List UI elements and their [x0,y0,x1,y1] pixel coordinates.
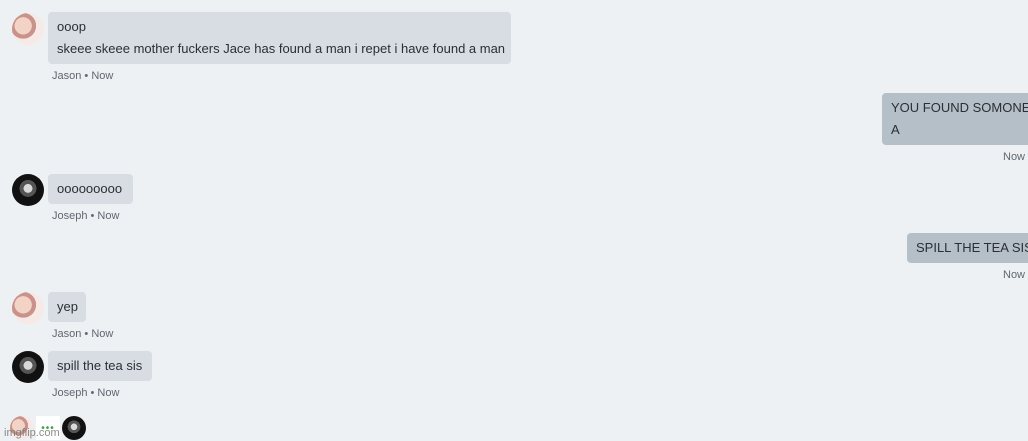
message-text: A [891,122,900,137]
avatar-joseph[interactable] [12,351,44,383]
message-meta: Jason • Now [52,328,114,340]
message-meta: Now [1003,151,1026,163]
message-bubble-outgoing[interactable]: SPILL THE TEA SIS [907,233,1028,263]
message-meta: Joseph • Now [52,210,120,222]
message-bubble[interactable]: ooooooooo [48,174,133,204]
message-text: SPILL THE TEA SIS [916,240,1028,255]
message-text: spill the tea sis [57,358,143,373]
message-text: yep [57,299,78,314]
message-bubble[interactable]: yep [48,292,86,322]
message-text: ooooooooo [57,181,123,196]
message-text: ooop [57,19,86,34]
message-bubble-outgoing[interactable]: YOU FOUND SOMONE? A [882,93,1028,145]
message-bubble[interactable]: spill the tea sis [48,351,152,381]
avatar-jason[interactable] [12,292,44,324]
typing-avatar-joseph [62,416,86,440]
message-meta: Jason • Now [52,70,114,82]
avatar-jason[interactable] [12,13,44,45]
message-meta: Now [1003,269,1026,281]
message-bubble[interactable]: ooop skeee skeee mother fuckers Jace has… [48,12,511,64]
avatar-joseph[interactable] [12,174,44,206]
watermark: imgflip.com [4,427,60,439]
message-text: skeee skeee mother fuckers Jace has foun… [57,41,506,56]
message-meta: Joseph • Now [52,387,120,399]
message-text: YOU FOUND SOMONE? [891,100,1028,115]
